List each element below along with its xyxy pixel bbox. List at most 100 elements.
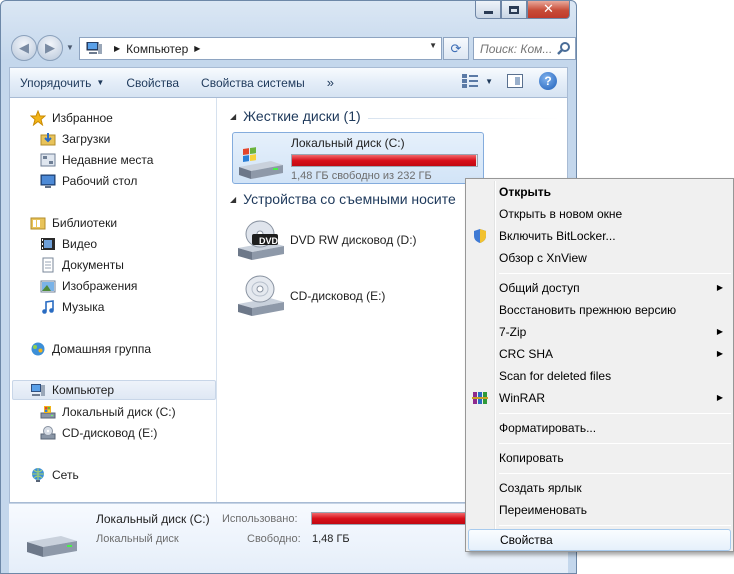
collapse-triangle-icon: ◢ (230, 111, 237, 121)
sidebar-item-documents[interactable]: Документы (40, 255, 124, 275)
caption-buttons: ✕ (475, 1, 570, 19)
sidebar-item-label: Недавние места (62, 153, 154, 167)
context-menu-item[interactable]: Включить BitLocker... (468, 225, 731, 247)
help-button[interactable]: ? (539, 72, 557, 90)
context-menu-item-label: WinRAR (499, 391, 546, 405)
context-menu-item[interactable]: Копировать (468, 447, 731, 469)
back-arrow-icon: ◀ (19, 40, 29, 55)
change-view-icon[interactable] (461, 73, 479, 89)
forward-button[interactable]: ▶ (37, 35, 63, 61)
group-header-removable[interactable]: ◢ Устройства со съемными носите (230, 191, 456, 207)
sidebar-item-computer[interactable]: Компьютер (12, 380, 216, 400)
context-menu: Открыть Открыть в новом окне Включить BitL… (465, 178, 734, 552)
maximize-button[interactable] (501, 1, 527, 19)
context-menu-item[interactable]: Переименовать (468, 499, 731, 521)
group-divider (368, 118, 559, 119)
context-menu-item[interactable]: Восстановить прежнюю версию (468, 299, 731, 321)
organize-menu-button[interactable]: Упорядочить ▼ (20, 76, 104, 90)
context-menu-item[interactable]: Обзор с XnView (468, 247, 731, 269)
context-menu-item[interactable]: Открыть (468, 181, 731, 203)
menu-separator (499, 473, 731, 474)
system-properties-button[interactable]: Свойства системы (201, 76, 305, 90)
context-menu-item[interactable]: Общий доступ ▶ (468, 277, 731, 299)
context-menu-item[interactable]: 7-Zip ▶ (468, 321, 731, 343)
pictures-icon (40, 280, 56, 293)
context-menu-item[interactable]: CRC SHA ▶ (468, 343, 731, 365)
submenu-arrow-icon: ▶ (716, 283, 723, 292)
preview-pane-button[interactable] (507, 74, 523, 88)
menu-separator (499, 525, 731, 526)
breadcrumb-separator-icon[interactable]: ▶ (114, 44, 120, 53)
star-icon (30, 110, 46, 126)
close-button[interactable]: ✕ (527, 1, 570, 19)
sidebar-item-downloads[interactable]: Загрузки (40, 129, 110, 149)
drive-tile-cd-e[interactable]: CD-дисковод (E:) (236, 272, 486, 322)
context-menu-item[interactable]: Форматировать... (468, 417, 731, 439)
context-menu-item[interactable]: Свойства (468, 529, 731, 551)
sidebar-item-label: Компьютер (52, 383, 115, 397)
downloads-folder-icon (40, 133, 56, 146)
sidebar-item-recent-places[interactable]: Недавние места (40, 150, 153, 170)
view-options-dropdown[interactable]: ▼ (485, 77, 493, 86)
collapse-triangle-icon: ◢ (230, 194, 237, 204)
breadcrumb-separator-icon[interactable]: ▶ (194, 44, 200, 53)
sidebar-item-libraries[interactable]: Библиотеки (30, 213, 117, 233)
context-menu-item[interactable]: Scan for deleted files (468, 365, 731, 387)
sidebar-item-desktop[interactable]: Рабочий стол (40, 171, 137, 191)
libraries-icon (30, 217, 46, 230)
context-menu-item-label: 7-Zip (499, 325, 527, 339)
close-icon: ✕ (543, 2, 554, 17)
context-menu-item[interactable]: Открыть в новом окне (468, 203, 731, 225)
properties-button[interactable]: Свойства (126, 76, 179, 90)
sidebar-item-favorites[interactable]: Избранное (30, 108, 113, 128)
context-menu-item[interactable]: Создать ярлык (468, 477, 731, 499)
context-menu-item-label: CRC SHA (499, 347, 554, 361)
back-button[interactable]: ◀ (11, 35, 37, 61)
search-box[interactable] (473, 37, 576, 60)
sidebar-item-homegroup[interactable]: Домашняя группа (30, 339, 151, 359)
sidebar-item-music[interactable]: Музыка (40, 297, 104, 317)
details-free-label: Свободно: (247, 533, 301, 545)
breadcrumb-computer[interactable]: Компьютер (126, 42, 188, 56)
sidebar-item-pictures[interactable]: Изображения (40, 276, 137, 296)
context-menu-item-label: Включить BitLocker... (499, 229, 616, 243)
more-commands-button[interactable]: » (327, 75, 334, 90)
submenu-arrow-icon: ▶ (716, 349, 723, 358)
context-menu-item-label: Переименовать (499, 503, 587, 517)
context-menu-item[interactable]: WinRAR ▶ (468, 387, 731, 409)
address-history-dropdown[interactable]: ▼ (429, 41, 437, 50)
sidebar-item-label: Сеть (52, 468, 79, 482)
hard-drive-icon (40, 406, 56, 419)
refresh-button[interactable]: ⟳ (443, 37, 469, 60)
sidebar-item-network[interactable]: Сеть (30, 465, 79, 485)
navigation-pane: Избранное Загрузки Недавние места Рабочи… (10, 98, 217, 502)
hard-drive-icon (239, 147, 283, 179)
sidebar-item-label: Локальный диск (C:) (62, 405, 176, 419)
context-menu-item-label: Форматировать... (499, 421, 597, 435)
bitlocker-shield-icon (474, 229, 486, 243)
sidebar-item-label: Изображения (62, 279, 138, 293)
desktop-icon (40, 174, 56, 188)
search-input[interactable] (480, 41, 556, 56)
recent-pages-dropdown[interactable]: ▼ (66, 43, 76, 53)
address-bar[interactable]: ▶ Компьютер ▶ ▼ (79, 37, 442, 60)
drive-name: CD-дисковод (E:) (290, 289, 386, 303)
disk-usage-fill (292, 155, 476, 166)
context-menu-item-label: Свойства (500, 533, 553, 547)
details-free-value: 1,48 ГБ (312, 533, 350, 545)
network-icon (32, 468, 44, 482)
sidebar-item-label: Музыка (62, 300, 105, 314)
drive-tile-local-disk-c[interactable]: Локальный диск (C:) 1,48 ГБ свободно из … (232, 132, 484, 184)
context-menu-item-label: Открыть (499, 185, 552, 199)
group-header-hard-disks[interactable]: ◢ Жесткие диски (1) (230, 108, 361, 124)
sidebar-item-video[interactable]: Видео (40, 234, 97, 254)
sidebar-item-label: Домашняя группа (52, 342, 152, 356)
documents-icon (42, 257, 54, 273)
details-usage-fill (312, 513, 470, 524)
drive-tile-dvd-d[interactable]: DVD DVD RW дисковод (D:) (236, 216, 486, 266)
minimize-button[interactable] (475, 1, 501, 19)
sidebar-item-local-disk[interactable]: Локальный диск (C:) (40, 402, 176, 422)
sidebar-item-cd-drive[interactable]: CD-дисковод (E:) (40, 423, 157, 443)
details-title: Локальный диск (C:) (96, 512, 210, 526)
organize-label: Упорядочить (20, 75, 92, 90)
